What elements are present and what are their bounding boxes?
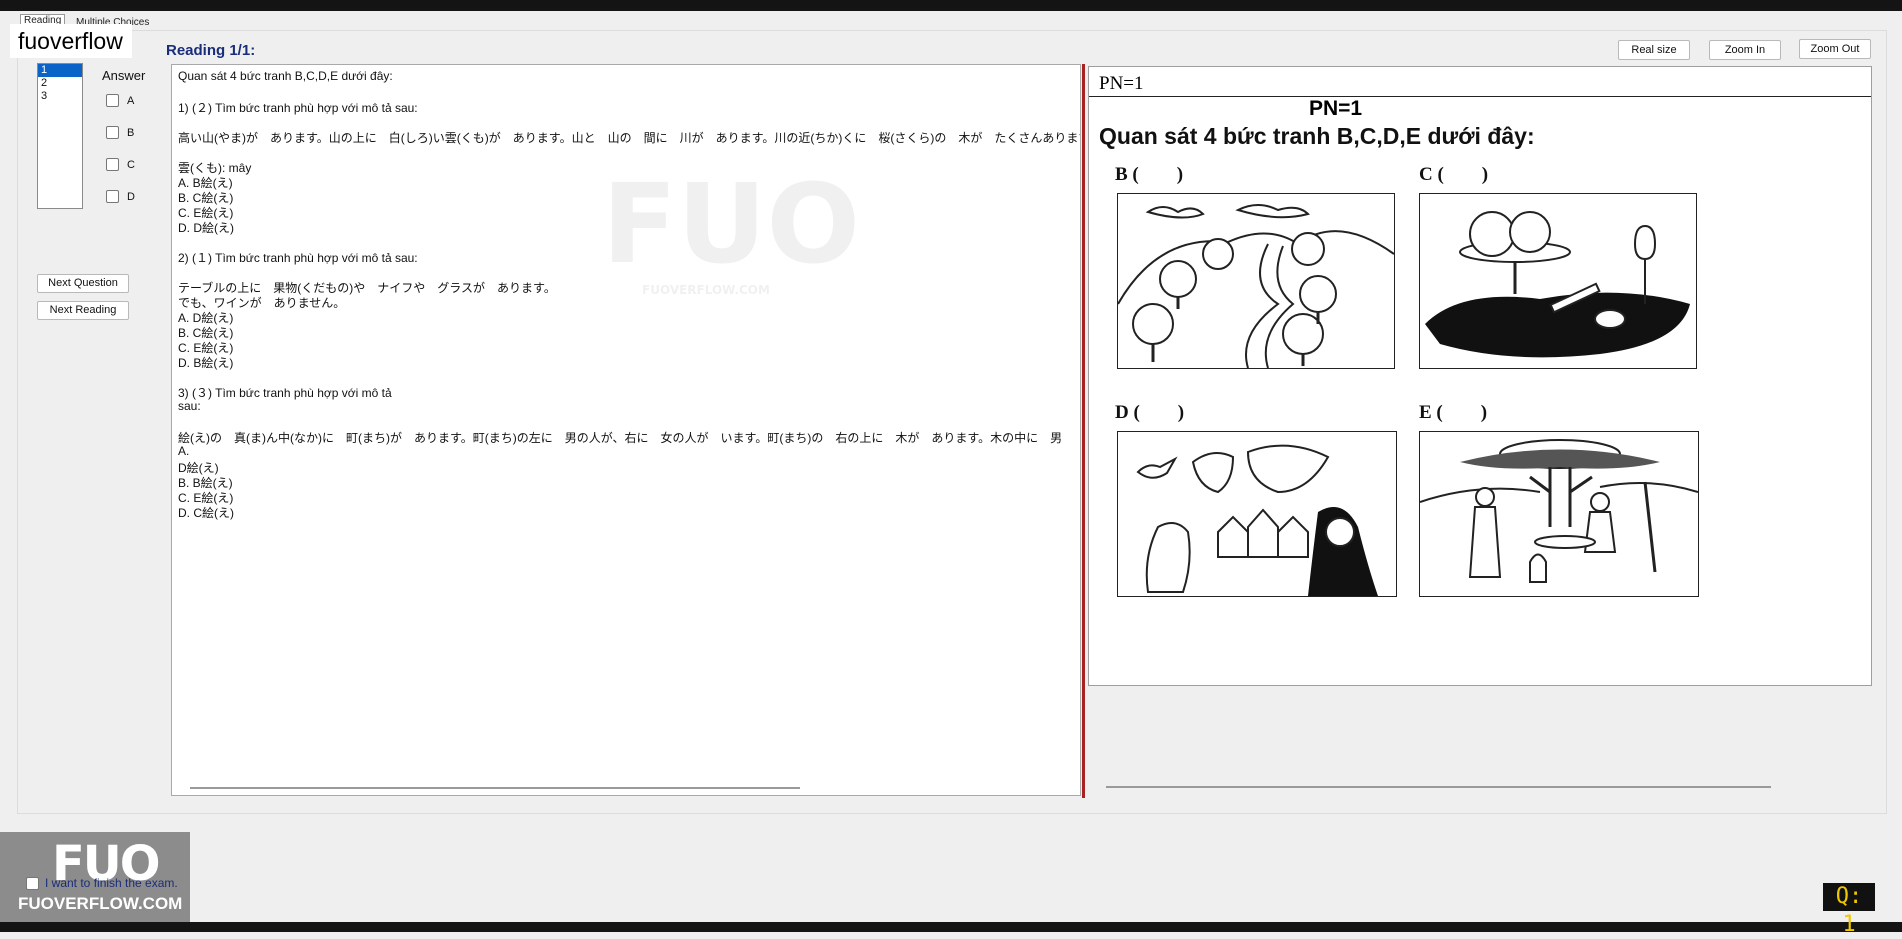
bottom-bar [0,922,1902,932]
answer-option-d[interactable]: D [106,190,135,203]
picture-b [1117,193,1395,369]
question-item-3[interactable]: 3 [38,90,82,103]
answer-label: Answer [102,68,146,83]
reading-line: Quan sát 4 bức tranh B,C,D,E dưới đây: [178,69,393,83]
reading-line: 絵(え)の 真(ま)ん中(なか)に 町(まち)が あります。町(まち)の左に 男… [178,431,1063,445]
image-pane[interactable]: PN=1 PN=1 Quan sát 4 bức tranh B,C,D,E d… [1088,66,1872,686]
zoom-in-button[interactable]: Zoom In [1709,40,1781,60]
next-question-button[interactable]: Next Question [37,274,129,293]
pn-header: PN=1 [1089,71,1871,97]
answer-option-d-label: D [127,190,135,203]
picture-c-label: C ( ) [1419,164,1489,185]
real-size-button[interactable]: Real size [1618,40,1690,60]
reading-line: sau: [178,399,201,413]
question-list[interactable]: 1 2 3 [37,63,83,209]
answer-option-a-label: A [127,94,135,107]
reading-text-pane[interactable]: Quan sát 4 bức tranh B,C,D,E dưới đây: 1)… [171,64,1081,796]
question-item-2[interactable]: 2 [38,77,82,90]
pane-divider[interactable] [1082,64,1085,798]
reading-line: 高い山(やま)が あります。山の上に 白(しろ)い雲(くも)が あります。山と … [178,131,1081,145]
reading-line: A. [178,444,190,458]
reading-line: D. B絵(え) [178,356,234,370]
watermark: FUO [602,160,860,288]
picture-e [1419,431,1699,597]
pn-title: PN=1 [1309,97,1363,120]
image-horizontal-scrollbar[interactable] [1106,786,1771,788]
reading-line: D. C絵(え) [178,506,234,520]
watermark-site: FUOVERFLOW.COM [642,283,770,297]
answer-option-c[interactable]: C [106,158,135,171]
next-reading-button[interactable]: Next Reading [37,301,129,320]
top-bar [0,0,1902,11]
logo-text: fuoverflow [10,24,132,58]
reading-line: 2) (１) Tìm bức tranh phù hợp với mô tả s… [178,251,418,265]
question-counter-badge: Q: 1 [1823,883,1875,937]
answer-option-c-label: C [127,158,135,171]
zoom-out-button[interactable]: Zoom Out [1799,39,1871,59]
reading-line: 1) (２) Tìm bức tranh phù hợp với mô tả s… [178,101,418,115]
reading-line: D. D絵(え) [178,221,234,235]
finish-exam-option[interactable]: I want to finish the exam. [26,876,178,890]
picture-e-illustration [1419,439,1699,583]
checkbox-d[interactable] [106,190,119,203]
picture-d-illustration [1136,444,1378,596]
picture-c [1419,193,1697,369]
checkbox-b[interactable] [106,126,119,139]
reading-line: 3) (３) Tìm bức tranh phù hợp với mô tả [178,386,392,400]
picture-b-illustration [1117,204,1395,369]
picture-d [1117,431,1397,597]
fuo-logo-site: FUOVERFLOW.COM [18,894,183,913]
picture-b-label: B ( ) [1115,164,1184,185]
question-item-1[interactable]: 1 [38,64,82,77]
checkbox-c[interactable] [106,158,119,171]
answer-option-a[interactable]: A [106,94,134,107]
image-prompt: Quan sát 4 bức tranh B,C,D,E dưới đây: [1099,123,1535,149]
picture-c-illustration [1425,211,1690,358]
picture-e-label: E ( ) [1419,402,1488,423]
reading-title: Reading 1/1: [166,42,256,59]
finish-exam-label: I want to finish the exam. [45,876,178,890]
picture-d-label: D ( ) [1115,402,1185,423]
answer-option-b[interactable]: B [106,126,134,139]
answer-option-b-label: B [127,126,135,139]
horizontal-scrollbar[interactable] [190,787,800,789]
checkbox-a[interactable] [106,94,119,107]
finish-exam-checkbox[interactable] [26,876,39,890]
